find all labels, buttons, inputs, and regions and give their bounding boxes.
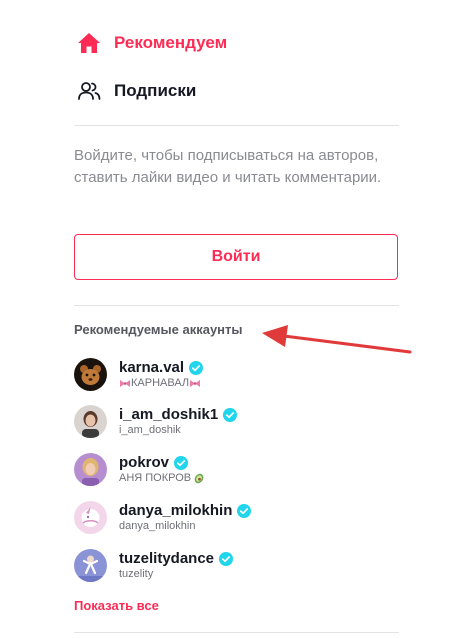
account-nickname: КАРНАВАЛ [131, 377, 190, 389]
show-all-link[interactable]: Показать все [74, 598, 159, 613]
bow-icon [190, 379, 201, 387]
avocado-icon [194, 473, 204, 484]
account-item[interactable]: i_am_doshik1 i_am_doshik [74, 401, 374, 441]
account-nickname: danya_milokhin [119, 520, 196, 532]
account-nickname: i_am_doshik [119, 424, 181, 436]
account-nickname: АНЯ ПОКРОВ [119, 472, 192, 484]
verified-icon [189, 360, 204, 375]
account-username: danya_milokhin [119, 502, 233, 519]
account-username: pokrov [119, 454, 170, 471]
verified-icon [223, 407, 238, 422]
account-item[interactable]: pokrov АНЯ ПОКРОВ [74, 449, 374, 489]
account-item[interactable]: tuzelitydance tuzelity [74, 545, 374, 585]
avatar [74, 452, 107, 486]
account-username: karna.val [119, 359, 185, 376]
avatar [74, 500, 107, 534]
account-item[interactable]: danya_milokhin danya_milokhin [74, 497, 374, 537]
verified-icon [219, 551, 234, 566]
account-username: tuzelitydance [119, 550, 215, 567]
account-item[interactable]: karna.val КАРНАВАЛ [74, 354, 374, 394]
arrow-annotation [262, 325, 412, 354]
avatar [74, 548, 107, 582]
avatar [74, 357, 107, 391]
account-username: i_am_doshik1 [119, 406, 219, 423]
verified-icon [174, 455, 189, 470]
avatar [74, 404, 107, 438]
bow-icon [120, 379, 130, 387]
verified-icon [237, 503, 252, 518]
divider [74, 632, 399, 633]
account-nickname: tuzelity [119, 568, 154, 580]
